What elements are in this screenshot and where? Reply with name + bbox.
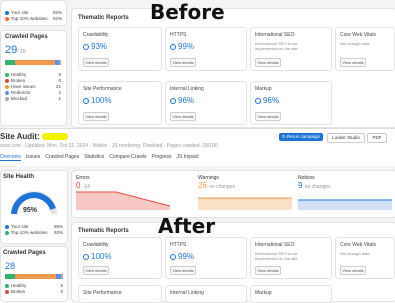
https-card[interactable]: HTTPS 99% View details [165,27,247,71]
score-ring-icon [83,253,89,260]
crawl-legend-row[interactable]: Have issues 21 [5,84,61,89]
pdf-button[interactable]: PDF [367,133,387,143]
legend-panel-top: Your site 92% Top-10% websites 92% [0,0,67,26]
view-details-button[interactable]: View details [255,58,281,67]
view-details-button[interactable]: View details [83,112,109,121]
crawl-progress-bar [5,274,63,279]
crawled-pages-count: 28 [5,261,16,271]
legend-row: Top-10% websites 92% [5,16,62,21]
audit-meta: ssss.com · Updated: Mon, Oct 21, 2024 · … [0,143,218,149]
notices-widget[interactable]: Notices 9 no changes [298,175,394,215]
tab-js-impact[interactable]: JS Impact [176,154,198,161]
crawl-progress-bar [5,60,61,65]
crawl-legend-row[interactable]: Healthy 5 [5,283,63,288]
crawled-pages-panel-top: Crawled Pages 29/ 29 Healthy 5 Broken 0 Ha… [0,30,67,126]
tab-issues[interactable]: Issues [26,154,40,161]
score-ring-icon [83,97,89,104]
international-seo-card[interactable]: International SEO International SEO is n… [250,27,332,71]
view-details-button[interactable]: View details [83,266,109,275]
after-label: After [158,214,216,238]
warnings-widget[interactable]: Warnings 26 no changes [198,175,294,215]
crawl-legend-row[interactable]: Healthy 5 [5,72,61,77]
before-section: Your site 92% Top-10% websites 92% Crawled… [0,0,395,128]
crawl-legend-row[interactable]: Blocked 1 [5,96,61,101]
crawl-legend-row[interactable]: Broken 0 [5,289,63,294]
view-details-button[interactable]: View details [255,112,281,121]
thematic-reports-title: Thematic Reports [78,15,129,21]
internal-linking-card[interactable]: Internal Linking 96% View details [165,81,247,125]
health-score: 95% [23,207,38,214]
issues-summary-panel: Errors 0 -14 Warnings 26 no changes Noti… [71,170,395,218]
tab-bar: Overview Issues Crawled Pages Statistics… [0,154,204,161]
notices-trend-chart [298,199,392,210]
errors-widget[interactable]: Errors 0 -14 [76,175,172,215]
site-performance-card[interactable]: Site Performance 100% View details [78,81,162,125]
rerun-campaign-button[interactable]: ↻ Rerun campaign [279,133,323,141]
https-card[interactable]: HTTPS 99% View details [165,237,247,279]
view-details-button[interactable]: View details [340,266,366,275]
tab-statistics[interactable]: Statistics [84,154,104,161]
internal-linking-card[interactable]: Internal Linking [165,285,247,303]
crawlability-card[interactable]: Crawlability 93% View details [78,27,162,71]
crawl-legend-row[interactable]: Broken 0 [5,78,61,83]
score-ring-icon [83,43,89,50]
crawled-pages-count: 29/ 29 [5,44,26,56]
score-ring-icon [170,97,176,104]
tab-crawled-pages[interactable]: Crawled Pages [45,154,79,161]
score-ring-icon [170,253,176,260]
looker-studio-button[interactable]: Looker Studio [327,133,365,143]
view-details-button[interactable]: View details [170,112,196,121]
before-label: Before [150,0,225,24]
tab-progress[interactable]: Progress [151,154,171,161]
site-health-title: Site Health [3,174,35,180]
markup-card[interactable]: Markup 96% View details [250,81,332,125]
thematic-reports-title: Thematic Reports [78,228,129,234]
international-seo-card[interactable]: International SEO International SEO is n… [250,237,332,279]
view-details-button[interactable]: View details [170,58,196,67]
legend-row: Your site 92% [5,10,62,15]
score-ring-icon [255,97,261,104]
view-details-button[interactable]: View details [83,58,109,67]
view-details-button[interactable]: View details [255,266,281,275]
score-ring-icon [170,43,176,50]
after-section: Site Health 95% Your site 95% Top-10% web… [0,166,395,303]
thematic-reports-panel-bottom: Thematic Reports Crawlability 100% View … [71,222,395,303]
crawlability-card[interactable]: Crawlability 100% View details [78,237,162,279]
site-health-panel: Site Health 95% Your site 95% Top-10% web… [0,170,68,244]
view-details-button[interactable]: View details [170,266,196,275]
health-legend-row: Your site 95% [5,224,63,229]
tab-overview[interactable]: Overview [0,154,21,161]
crawled-pages-title: Crawled Pages [3,250,46,256]
crawled-pages-title: Crawled Pages [5,34,48,40]
audit-header: Site Audit: ssss.com · Updated: Mon, Oct… [0,128,395,167]
errors-trend-chart [76,191,171,210]
health-legend-row: Top-10% websites 92% [5,230,63,235]
site-performance-card[interactable]: Site Performance [78,285,162,303]
markup-card[interactable]: Markup [250,285,332,303]
warnings-trend-chart [198,197,292,210]
thematic-reports-panel-top: Thematic Reports Crawlability 93% View d… [71,8,395,128]
crawled-pages-panel-bottom: Crawled Pages 28 Healthy 5 Broken 0 [0,246,68,302]
redacted-domain-highlight [41,133,68,141]
core-web-vitals-card[interactable]: Core Web Vitals Not enough data View det… [335,237,395,279]
crawl-legend-row[interactable]: Redirects 2 [5,90,61,95]
tab-compare-crawls[interactable]: Compare Crawls [109,154,146,161]
view-details-button[interactable]: View details [340,58,366,67]
audit-title: Site Audit: [0,132,68,141]
core-web-vitals-card[interactable]: Core Web Vitals Not enough data View det… [335,27,395,71]
